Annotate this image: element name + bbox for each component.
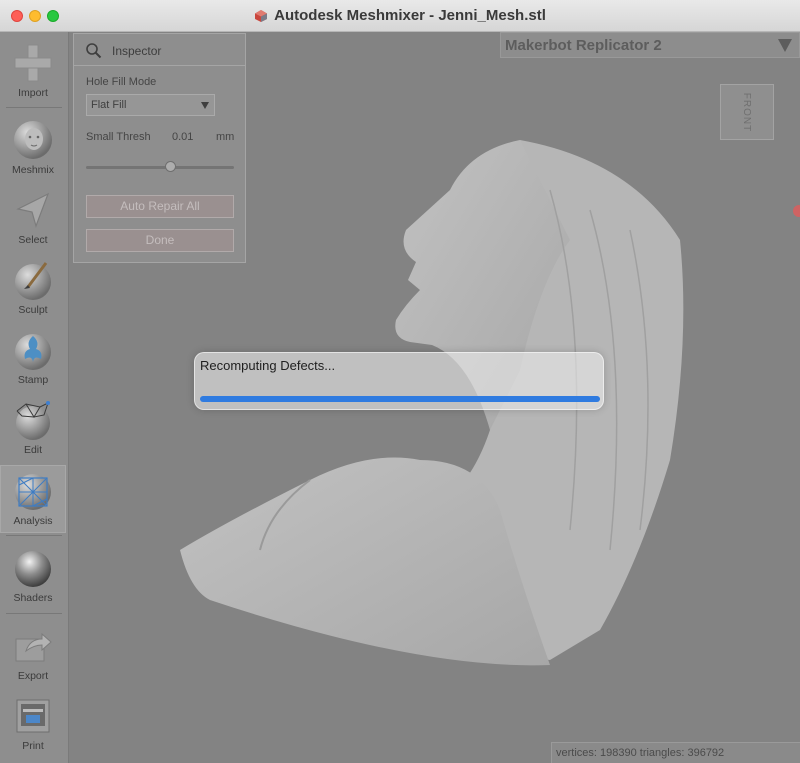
inspector-header: Inspector <box>74 34 245 66</box>
tool-edit[interactable]: Edit <box>0 395 66 463</box>
tool-sculpt[interactable]: Sculpt <box>0 255 66 323</box>
small-thresh-unit: mm <box>216 131 235 143</box>
done-button[interactable]: Done <box>86 229 234 252</box>
analysis-mesh-icon <box>15 474 51 510</box>
brush-sphere-icon <box>15 262 51 300</box>
small-thresh-slider-track[interactable] <box>86 166 234 169</box>
tool-shaders[interactable]: Shaders <box>0 543 66 611</box>
progress-bar-fill <box>200 396 600 402</box>
title-bar: Autodesk Meshmixer - Jenni_Mesh.stl <box>0 0 800 32</box>
tool-export[interactable]: Export <box>0 621 66 689</box>
hole-fill-mode-label: Hole Fill Mode <box>86 76 157 88</box>
tool-stamp[interactable]: Stamp <box>0 325 66 393</box>
magnifier-icon <box>86 43 102 59</box>
inspector-title: Inspector <box>112 44 162 58</box>
arrow-cursor-icon <box>16 192 50 228</box>
tool-meshmix[interactable]: Meshmix <box>0 115 66 183</box>
small-thresh-label: Small Thresh <box>86 131 151 143</box>
window-title: Autodesk Meshmixer - Jenni_Mesh.stl <box>274 7 546 24</box>
hole-fill-mode-value: Flat Fill <box>91 99 127 111</box>
tool-analysis[interactable]: Analysis <box>0 465 66 533</box>
tool-label-stamp: Stamp <box>17 374 49 386</box>
edge-handle[interactable] <box>793 205 800 217</box>
printer-selector[interactable]: Makerbot Replicator 2 <box>500 32 800 58</box>
toolbar-divider <box>6 107 62 108</box>
view-cube-face-label: FRONT <box>741 92 753 132</box>
stamp-sphere-icon <box>15 334 51 370</box>
hole-fill-mode-select[interactable]: Flat Fill <box>86 94 215 116</box>
tool-label-print: Print <box>22 740 44 752</box>
tool-select[interactable]: Select <box>0 185 66 253</box>
shaded-sphere-icon <box>15 551 51 587</box>
wireframe-sphere-icon <box>16 401 50 440</box>
window-title-group: Autodesk Meshmixer - Jenni_Mesh.stl <box>0 0 800 31</box>
progress-bar <box>200 396 600 402</box>
small-thresh-slider-thumb[interactable] <box>164 161 176 172</box>
chevron-down-icon <box>778 39 792 52</box>
tool-label-meshmix: Meshmix <box>11 164 54 176</box>
tool-print[interactable]: Print <box>0 691 66 759</box>
tool-label-select: Select <box>18 234 48 246</box>
toolbar-divider <box>6 613 62 614</box>
toolbar-divider <box>6 535 62 536</box>
mesh-stats: vertices: 198390 triangles: 396792 <box>556 747 725 759</box>
tool-label-import: Import <box>18 87 48 99</box>
tool-label-analysis: Analysis <box>13 515 53 527</box>
printer-icon <box>16 699 50 733</box>
small-thresh-value[interactable]: 0.01 <box>172 131 193 143</box>
head-sphere-icon <box>14 121 52 159</box>
inspector-panel: Inspector Hole Fill Mode Flat Fill Small… <box>73 33 246 263</box>
tool-label-edit: Edit <box>23 444 43 456</box>
chevron-down-icon <box>201 102 209 109</box>
tool-import[interactable]: Import <box>0 38 66 106</box>
status-bar: vertices: 198390 triangles: 396792 <box>551 742 800 763</box>
progress-dialog: Recomputing Defects... <box>194 352 604 410</box>
tool-label-shaders: Shaders <box>13 592 53 604</box>
plus-icon <box>14 44 52 82</box>
auto-repair-all-button[interactable]: Auto Repair All <box>86 195 234 218</box>
tool-label-export: Export <box>17 670 49 682</box>
tool-label-sculpt: Sculpt <box>18 304 48 316</box>
export-arrow-icon <box>15 632 52 662</box>
left-toolbar: Import Meshmix Select Sculpt Stamp Edit … <box>0 32 69 763</box>
meshmixer-app-icon <box>255 9 268 22</box>
printer-name: Makerbot Replicator 2 <box>505 37 662 54</box>
progress-message: Recomputing Defects... <box>200 358 336 373</box>
view-cube[interactable]: FRONT <box>720 84 774 140</box>
